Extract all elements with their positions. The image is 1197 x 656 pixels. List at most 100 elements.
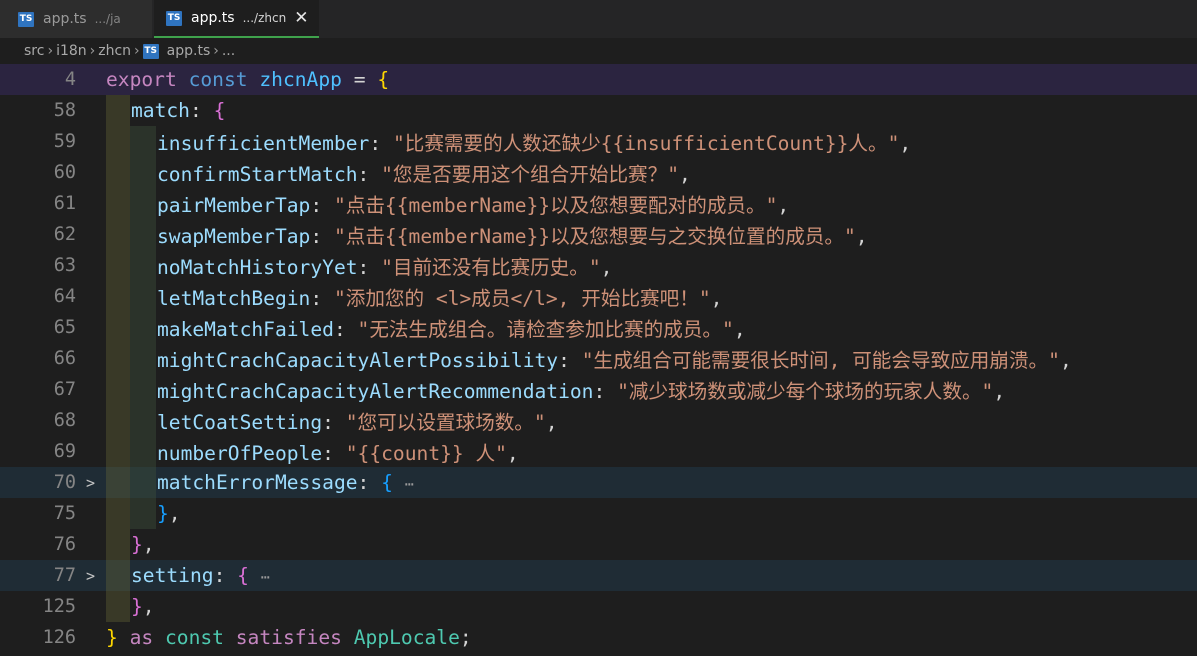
breadcrumb-item-zhcn[interactable]: zhcn: [98, 43, 131, 59]
indent-guide: [130, 281, 156, 312]
code-text: matchErrorMessage: { ⋯: [157, 471, 414, 494]
code-line[interactable]: 125 },: [0, 591, 1197, 622]
line-number: 64: [53, 286, 76, 307]
line-number: 65: [53, 317, 76, 338]
line-number: 4: [64, 69, 76, 90]
chevron-right-icon: ›: [89, 43, 96, 59]
line-number: 60: [53, 162, 76, 183]
code-line[interactable]: 58 match: {: [0, 95, 1197, 126]
code-line[interactable]: 60 confirmStartMatch: "您是否要用这个组合开始比赛？",: [0, 157, 1197, 188]
tab-path: .../ja: [94, 12, 121, 26]
code-text: confirmStartMatch: "您是否要用这个组合开始比赛？",: [157, 163, 691, 186]
line-number: 77: [53, 565, 76, 586]
indent-guide: [130, 219, 156, 250]
indent-guide: [106, 219, 130, 250]
code-text: export const zhcnApp = {: [106, 68, 390, 91]
indent-guide: [106, 405, 130, 436]
code-line[interactable]: 75 },: [0, 498, 1197, 529]
indent-guide: [106, 250, 130, 281]
chevron-right-icon[interactable]: >: [86, 474, 95, 492]
tab-label: app.ts: [191, 10, 235, 26]
indent-guide: [130, 250, 156, 281]
line-number: 59: [53, 131, 76, 152]
code-line[interactable]: 59 insufficientMember: "比赛需要的人数还缺少{{insu…: [0, 126, 1197, 157]
indent-guide: [106, 374, 130, 405]
code-line[interactable]: 126 } as const satisfies AppLocale;: [0, 622, 1197, 653]
tab-bar: TS app.ts .../ja TS app.ts .../zhcn ✕: [0, 0, 1197, 38]
indent-guide: [130, 436, 156, 467]
code-text: makeMatchFailed: "无法生成组合。请检查参加比赛的成员。",: [157, 318, 746, 341]
breadcrumb: src › i18n › zhcn › TS app.ts › ...: [0, 38, 1197, 64]
indent-guide: [130, 157, 156, 188]
line-number: 75: [53, 503, 76, 524]
chevron-right-icon: ›: [213, 43, 219, 59]
chevron-right-icon: ›: [134, 43, 140, 59]
line-number: 69: [53, 441, 76, 462]
code-line[interactable]: 67 mightCrachCapacityAlertRecommendation…: [0, 374, 1197, 405]
indent-guide: [130, 405, 156, 436]
code-editor[interactable]: 4 export const zhcnApp = { 58 match: { 5…: [0, 64, 1197, 656]
line-number: 70: [53, 472, 76, 493]
breadcrumb-item-src[interactable]: src: [24, 43, 44, 59]
code-text: numberOfPeople: "{{count}} 人",: [157, 442, 519, 465]
code-line[interactable]: 65 makeMatchFailed: "无法生成组合。请检查参加比赛的成员。"…: [0, 312, 1197, 343]
code-text: noMatchHistoryYet: "目前还没有比赛历史。",: [157, 256, 613, 279]
tab-app-ts-zhcn[interactable]: TS app.ts .../zhcn ✕: [154, 0, 319, 38]
code-text: letMatchBegin: "添加您的 <l>成员</l>, 开始比赛吧！",: [157, 287, 723, 310]
code-text: match: {: [131, 99, 226, 122]
typescript-file-icon: TS: [166, 10, 182, 26]
line-number: 63: [53, 255, 76, 276]
indent-guide: [130, 374, 156, 405]
indent-guide: [106, 436, 130, 467]
typescript-file-icon: TS: [18, 11, 34, 27]
line-number: 62: [53, 224, 76, 245]
line-number: 68: [53, 410, 76, 431]
line-number: 66: [53, 348, 76, 369]
indent-guide: [106, 157, 130, 188]
line-number: 58: [53, 100, 76, 121]
line-number: 126: [42, 627, 76, 648]
chevron-right-icon: ›: [47, 43, 54, 59]
indent-guide: [106, 281, 130, 312]
indent-guide: [106, 126, 130, 157]
breadcrumb-item-symbol[interactable]: ...: [222, 43, 235, 59]
code-text: setting: { ⋯: [131, 564, 270, 587]
code-line[interactable]: 61 pairMemberTap: "点击{{memberName}}以及您想要…: [0, 188, 1197, 219]
line-number: 125: [42, 596, 76, 617]
code-text: insufficientMember: "比赛需要的人数还缺少{{insuffi…: [157, 132, 912, 155]
code-line[interactable]: 68 letCoatSetting: "您可以设置球场数。",: [0, 405, 1197, 436]
indent-guide: [130, 188, 156, 219]
indent-guide: [106, 498, 130, 529]
code-line[interactable]: 70 > matchErrorMessage: { ⋯: [0, 467, 1197, 498]
code-text: },: [131, 533, 155, 556]
code-line[interactable]: 4 export const zhcnApp = {: [0, 64, 1197, 95]
tab-label: app.ts: [43, 11, 87, 27]
typescript-file-icon: TS: [142, 43, 159, 59]
line-number: 67: [53, 379, 76, 400]
code-text: letCoatSetting: "您可以设置球场数。",: [157, 411, 558, 434]
code-line[interactable]: 77 > setting: { ⋯: [0, 560, 1197, 591]
chevron-right-icon[interactable]: >: [86, 567, 95, 585]
indent-guide: [106, 467, 130, 498]
code-text: },: [157, 502, 181, 525]
code-line[interactable]: 63 noMatchHistoryYet: "目前还没有比赛历史。",: [0, 250, 1197, 281]
tab-path: .../zhcn: [242, 11, 287, 25]
code-text: swapMemberTap: "点击{{memberName}}以及您想要与之交…: [157, 225, 868, 248]
tab-app-ts-ja[interactable]: TS app.ts .../ja: [0, 0, 152, 38]
code-line[interactable]: 69 numberOfPeople: "{{count}} 人",: [0, 436, 1197, 467]
indent-guide: [106, 188, 130, 219]
breadcrumb-item-file[interactable]: app.ts: [167, 43, 211, 59]
code-text: } as const satisfies AppLocale;: [106, 626, 472, 649]
code-text: },: [131, 595, 155, 618]
code-line[interactable]: 62 swapMemberTap: "点击{{memberName}}以及您想要…: [0, 219, 1197, 250]
folded-ellipsis: ⋯: [260, 568, 270, 586]
code-line[interactable]: 76 },: [0, 529, 1197, 560]
indent-guide: [130, 467, 156, 498]
code-text: mightCrachCapacityAlertRecommendation: "…: [157, 380, 1006, 403]
indent-guide: [106, 529, 130, 560]
code-line[interactable]: 66 mightCrachCapacityAlertPossibility: "…: [0, 343, 1197, 374]
indent-guide: [106, 343, 130, 374]
close-icon[interactable]: ✕: [294, 8, 308, 28]
code-line[interactable]: 64 letMatchBegin: "添加您的 <l>成员</l>, 开始比赛吧…: [0, 281, 1197, 312]
breadcrumb-item-i18n[interactable]: i18n: [56, 43, 87, 59]
